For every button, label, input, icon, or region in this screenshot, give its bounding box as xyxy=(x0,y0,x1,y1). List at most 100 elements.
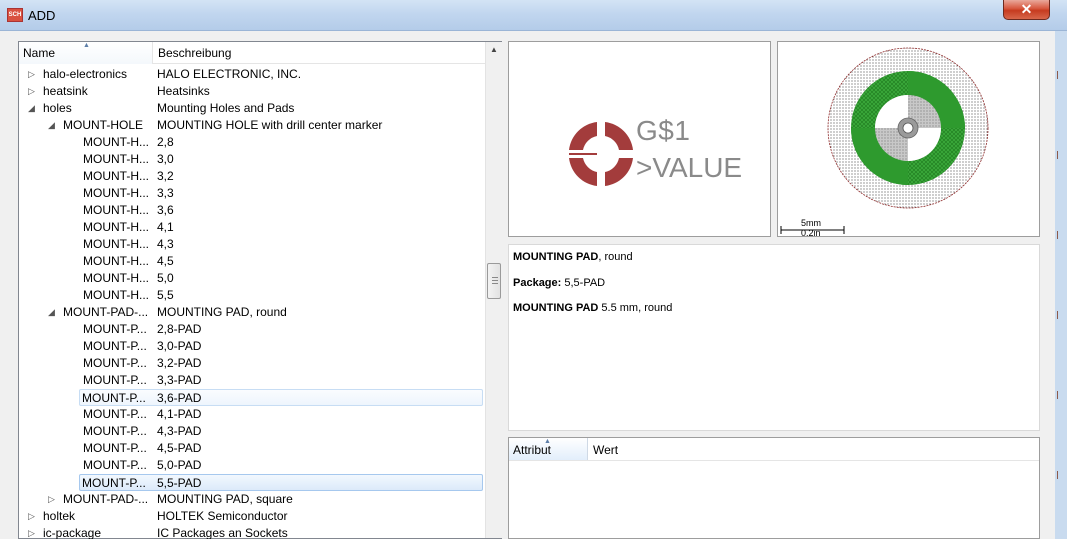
tree-row-description: 5,0 xyxy=(157,271,174,285)
tree-row-name: MOUNT-H... xyxy=(83,152,149,166)
scroll-thumb[interactable] xyxy=(487,263,501,299)
tree-row[interactable]: MOUNT-H... 5,0 xyxy=(19,270,485,287)
tree-row-name: MOUNT-HOLE xyxy=(63,118,144,132)
tree-row-name: MOUNT-P... xyxy=(82,476,146,490)
tree-row[interactable]: ▷ MOUNT-PAD-... MOUNTING PAD, square xyxy=(19,491,485,508)
tree-row[interactable]: MOUNT-P... 4,5-PAD xyxy=(19,440,485,457)
tree-row[interactable]: MOUNT-P... 4,1-PAD xyxy=(19,406,485,423)
tree-row-name: heatsink xyxy=(43,84,88,98)
tree-row-name: MOUNT-P... xyxy=(83,339,147,353)
tree-row-name: holtek xyxy=(43,509,76,523)
column-header-description[interactable]: Beschreibung xyxy=(154,42,485,64)
tree-row[interactable]: MOUNT-P... 3,3-PAD xyxy=(19,372,485,389)
tree-row-name: MOUNT-H... xyxy=(83,169,149,183)
tree-row-name: MOUNT-P... xyxy=(83,441,147,455)
tree-row[interactable]: MOUNT-H... 3,0 xyxy=(19,151,485,168)
scroll-up-icon[interactable]: ▲ xyxy=(488,44,500,56)
tree-row-description: 5,5 xyxy=(157,288,174,302)
symbol-name-label: G$1 xyxy=(636,115,691,146)
tree-row[interactable]: MOUNT-P... 2,8-PAD xyxy=(19,321,485,338)
tree-row-description: 3,6-PAD xyxy=(157,391,202,405)
mounting-pad-footprint-icon xyxy=(780,47,989,234)
tree-row-name: MOUNT-H... xyxy=(83,203,149,217)
expanded-arrow-icon[interactable]: ◢ xyxy=(48,117,55,134)
tree-row-name: MOUNT-P... xyxy=(83,373,147,387)
tree-row[interactable]: MOUNT-P... 3,2-PAD xyxy=(19,355,485,372)
device-description: MOUNTING PAD, round Package: 5,5-PAD MOU… xyxy=(508,244,1040,431)
tree-row-description: 4,3 xyxy=(157,237,174,251)
tree-row-name: MOUNT-H... xyxy=(83,271,149,285)
tree-row[interactable]: ◢ holes Mounting Holes and Pads xyxy=(19,100,485,117)
tree-row[interactable]: MOUNT-H... 4,1 xyxy=(19,219,485,236)
tree-row-description: HOLTEK Semiconductor xyxy=(157,509,288,523)
tree-row-description: 2,8 xyxy=(157,135,174,149)
column-header-attribute[interactable]: ▲ Attribut xyxy=(509,438,588,460)
attribute-table[interactable]: ▲ Attribut Wert xyxy=(508,437,1040,539)
tree-row-name: MOUNT-P... xyxy=(83,424,147,438)
tree-row[interactable]: MOUNT-H... 4,5 xyxy=(19,253,485,270)
tree-row-name: MOUNT-H... xyxy=(83,135,149,149)
tree-row[interactable]: MOUNT-P... 5,0-PAD xyxy=(19,457,485,474)
window-frame-right xyxy=(1055,31,1067,539)
tree-row[interactable]: MOUNT-P... 4,3-PAD xyxy=(19,423,485,440)
symbol-preview: G$1 >VALUE xyxy=(508,41,771,237)
tree-row-name: MOUNT-H... xyxy=(83,254,149,268)
description-title: MOUNTING PAD, round xyxy=(513,251,633,263)
tree-row-name: MOUNT-PAD-... xyxy=(63,305,149,319)
collapsed-arrow-icon[interactable]: ▷ xyxy=(28,508,35,525)
tree-row[interactable]: MOUNT-P... 5,5-PAD xyxy=(79,474,483,491)
tree-row-description: 4,5-PAD xyxy=(157,441,202,455)
tree-row-description: 4,1 xyxy=(157,220,174,234)
tree-row-description: MOUNTING HOLE with drill center marker xyxy=(157,118,383,132)
tree-row[interactable]: MOUNT-P... 3,6-PAD xyxy=(79,389,483,406)
expanded-arrow-icon[interactable]: ◢ xyxy=(28,100,35,117)
tree-row-description: 3,3-PAD xyxy=(157,373,202,387)
expanded-arrow-icon[interactable]: ◢ xyxy=(48,304,55,321)
column-header-value[interactable]: Wert xyxy=(589,438,618,460)
tree-row-description: 4,5 xyxy=(157,254,174,268)
tree-row-description: 3,2-PAD xyxy=(157,356,202,370)
tree-row-description: 5,5-PAD xyxy=(157,476,202,490)
tree-header: ▲ Name Beschreibung xyxy=(19,42,485,64)
tree-row[interactable]: MOUNT-H... 2,8 xyxy=(19,134,485,151)
package-preview xyxy=(777,41,1040,237)
tree-row-name: MOUNT-H... xyxy=(83,288,149,302)
tree-row[interactable]: ◢ MOUNT-PAD-... MOUNTING PAD, round xyxy=(19,304,485,321)
close-button[interactable]: ✕ xyxy=(1003,0,1050,20)
tree-row[interactable]: ▷ halo-electronics HALO ELECTRONIC, INC. xyxy=(19,66,485,83)
tree-row[interactable]: MOUNT-H... 3,6 xyxy=(19,202,485,219)
tree-row-name: MOUNT-H... xyxy=(83,237,149,251)
collapsed-arrow-icon[interactable]: ▷ xyxy=(28,66,35,83)
collapsed-arrow-icon[interactable]: ▷ xyxy=(28,83,35,100)
window-title: ADD xyxy=(28,8,56,23)
tree-row-name: halo-electronics xyxy=(43,67,128,81)
tree-row[interactable]: ▷ ic-package IC Packages an Sockets xyxy=(19,525,485,539)
collapsed-arrow-icon[interactable]: ▷ xyxy=(28,525,35,539)
scale-metric-label: 5mm xyxy=(801,218,821,228)
tree-row[interactable]: MOUNT-P... 3,0-PAD xyxy=(19,338,485,355)
tree-row[interactable]: ◢ MOUNT-HOLE MOUNTING HOLE with drill cent… xyxy=(19,117,485,134)
tree-row-description: IC Packages an Sockets xyxy=(157,526,288,539)
tree-row-name: ic-package xyxy=(43,526,102,539)
tree-row-description: 3,2 xyxy=(157,169,174,183)
tree-row[interactable]: MOUNT-H... 3,2 xyxy=(19,168,485,185)
tree-scrollbar[interactable]: ▲ xyxy=(485,42,502,538)
tree-row-description: 4,3-PAD xyxy=(157,424,202,438)
collapsed-arrow-icon[interactable]: ▷ xyxy=(48,491,55,508)
tree-row-description: 2,8-PAD xyxy=(157,322,202,336)
tree-row-description: MOUNTING PAD, round xyxy=(157,305,287,319)
symbol-value-label: >VALUE xyxy=(636,152,743,183)
window-titlebar: SCH ADD ✕ xyxy=(0,0,1067,31)
tree-row-name: MOUNT-P... xyxy=(83,322,147,336)
library-tree[interactable]: ▲ Name Beschreibung ▷ halo-electronics HAL… xyxy=(18,41,502,539)
tree-row[interactable]: MOUNT-H... 4,3 xyxy=(19,236,485,253)
tree-row-name: MOUNT-P... xyxy=(83,458,147,472)
tree-row[interactable]: ▷ heatsink Heatsinks xyxy=(19,83,485,100)
sort-ascending-icon: ▲ xyxy=(83,42,90,49)
tree-row[interactable]: ▷ holtek HOLTEK Semiconductor xyxy=(19,508,485,525)
column-header-name[interactable]: ▲ Name xyxy=(19,42,153,64)
tree-row-description: 3,3 xyxy=(157,186,174,200)
tree-row[interactable]: MOUNT-H... 5,5 xyxy=(19,287,485,304)
tree-row[interactable]: MOUNT-H... 3,3 xyxy=(19,185,485,202)
description-detail: MOUNTING PAD 5.5 mm, round xyxy=(513,302,673,314)
